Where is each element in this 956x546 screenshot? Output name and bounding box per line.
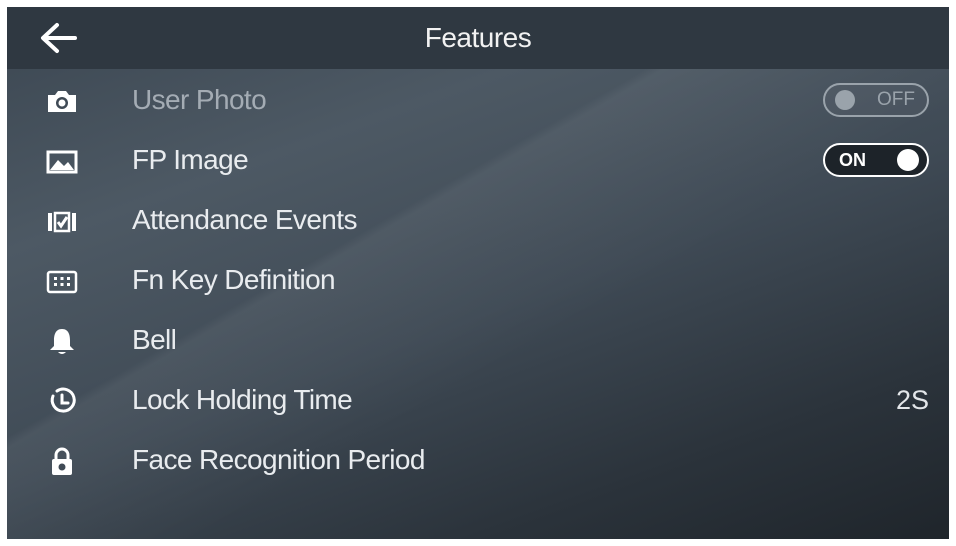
- timer-icon: [45, 386, 79, 416]
- toggle-state-label: OFF: [877, 89, 915, 110]
- menu-item-label: Fn Key Definition: [132, 264, 336, 295]
- toggle-knob: [897, 149, 919, 171]
- menu-item-fp-image[interactable]: FP Image ON: [7, 130, 949, 190]
- header-bar: Features: [7, 7, 949, 69]
- menu-item-label: FP Image: [132, 144, 249, 175]
- menu-item-bell[interactable]: Bell: [7, 310, 949, 370]
- lock-icon: [45, 446, 79, 476]
- menu-item-label: Lock Holding Time: [132, 384, 353, 415]
- menu-item-lock-holding-time[interactable]: Lock Holding Time 2S: [7, 370, 949, 430]
- menu-item-face-recognition-period[interactable]: Face Recognition Period: [7, 430, 949, 490]
- device-screen: Features User Photo OFF FP Image ON Atte…: [7, 7, 949, 539]
- user-photo-toggle[interactable]: OFF: [823, 83, 929, 117]
- toggle-state-label: ON: [839, 150, 866, 170]
- checklist-icon: [45, 206, 79, 236]
- keypad-icon: [45, 266, 79, 296]
- menu-item-fn-key-definition[interactable]: Fn Key Definition: [7, 250, 949, 310]
- toggle-knob: [835, 90, 855, 110]
- camera-icon: [45, 86, 79, 116]
- fp-image-toggle[interactable]: ON: [823, 143, 929, 177]
- menu-item-attendance-events[interactable]: Attendance Events: [7, 190, 949, 250]
- menu-item-label: Face Recognition Period: [132, 444, 425, 475]
- menu-item-label: Attendance Events: [132, 204, 357, 235]
- bell-icon: [45, 326, 79, 356]
- menu-item-label: Bell: [132, 324, 177, 355]
- lock-holding-time-value: 2S: [895, 385, 929, 415]
- page-title: Features: [424, 22, 532, 53]
- menu-item-label: User Photo: [132, 84, 267, 115]
- image-icon: [45, 146, 79, 176]
- menu-item-user-photo[interactable]: User Photo OFF: [7, 70, 949, 130]
